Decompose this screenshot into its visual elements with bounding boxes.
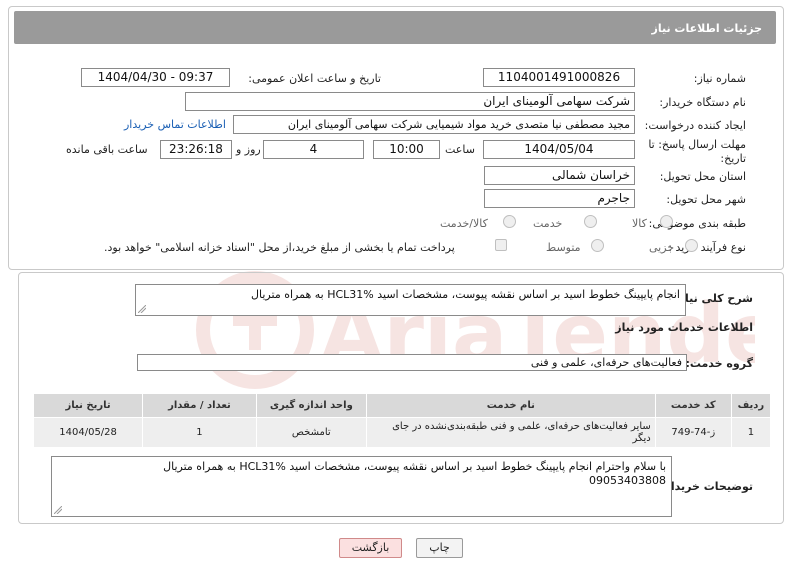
services-title: اطلاعات خدمات مورد نیاز bbox=[615, 321, 753, 334]
purchase-medium-label: متوسط bbox=[546, 241, 581, 254]
buyer-org-field[interactable]: شرکت سهامی آلومینای ایران bbox=[185, 92, 635, 111]
buyer-notes-line1: با سلام واحترام انجام پایپینگ خطوط اسید … bbox=[163, 460, 666, 473]
cell-qty: 1 bbox=[142, 417, 257, 448]
remaining-days-field[interactable]: 4 bbox=[263, 140, 364, 159]
col-code: کد خدمت bbox=[654, 393, 732, 418]
service-group-field[interactable]: فعالیت‌های حرفه‌ای، علمی و فنی bbox=[137, 354, 687, 371]
treasury-note: پرداخت تمام یا بخشی از مبلغ خرید،از محل … bbox=[104, 241, 455, 254]
province-label: استان محل تحویل: bbox=[659, 170, 746, 183]
resize-grip-icon bbox=[54, 506, 62, 514]
cell-name: سایر فعالیت‌های حرفه‌ای، علمی و فنی طبقه… bbox=[365, 417, 656, 448]
resize-grip-icon bbox=[138, 305, 146, 313]
province-field[interactable]: خراسان شمالی bbox=[484, 166, 635, 185]
back-button[interactable]: بازگشت bbox=[339, 538, 402, 558]
announce-date-label: تاریخ و ساعت اعلان عمومی: bbox=[248, 72, 381, 85]
category-goods-service-radio[interactable] bbox=[503, 215, 516, 228]
need-number-label: شماره نیاز: bbox=[693, 72, 746, 85]
cell-row: 1 bbox=[730, 417, 772, 448]
category-goods-radio[interactable] bbox=[660, 215, 673, 228]
col-unit: واحد اندازه گیری bbox=[255, 393, 367, 418]
treasury-checkbox[interactable] bbox=[495, 239, 507, 251]
table-row: 1 ز-74-749 سایر فعالیت‌های حرفه‌ای، علمی… bbox=[32, 417, 772, 448]
deadline-date-field[interactable]: 1404/05/04 bbox=[483, 140, 635, 159]
category-goods-label: کالا bbox=[632, 217, 647, 230]
description-textarea[interactable]: انجام پایپینگ خطوط اسید بر اساس نقشه پیو… bbox=[135, 284, 686, 316]
purchase-type-label: نوع فرآیند خرید : bbox=[668, 241, 746, 254]
requester-field[interactable]: مجید مصطفی نیا متصدی خرید مواد شیمیایی ش… bbox=[233, 115, 635, 134]
col-name: نام خدمت bbox=[365, 393, 656, 418]
buyer-org-label: نام دستگاه خریدار: bbox=[659, 96, 746, 109]
col-qty: تعداد / مقدار bbox=[142, 393, 257, 418]
purchase-minor-radio[interactable] bbox=[685, 239, 698, 252]
buyer-notes-line2: 09053403808 bbox=[589, 474, 666, 487]
description-label: شرح کلی نیاز: bbox=[674, 292, 753, 305]
deadline-label-date: تاریخ: bbox=[720, 152, 746, 165]
services-table: ردیف کد خدمت نام خدمت واحد اندازه گیری ت… bbox=[32, 393, 772, 448]
remaining-time-label: ساعت باقی مانده bbox=[66, 143, 148, 156]
category-goods-service-label: کالا/خدمت bbox=[440, 217, 488, 230]
buyer-contact-link[interactable]: اطلاعات تماس خریدار bbox=[124, 118, 226, 131]
city-label: شهر محل تحویل: bbox=[666, 193, 746, 206]
page-title: جزئیات اطلاعات نیاز bbox=[651, 22, 763, 35]
buyer-notes-label: توضیحات خریدار: bbox=[660, 480, 753, 493]
category-service-label: خدمت bbox=[533, 217, 563, 230]
table-header-row: ردیف کد خدمت نام خدمت واحد اندازه گیری ت… bbox=[32, 393, 772, 418]
need-number-field[interactable]: 1104001491000826 bbox=[483, 68, 635, 87]
print-button[interactable]: چاپ bbox=[416, 538, 463, 558]
col-row: ردیف bbox=[730, 393, 772, 418]
service-group-label: گروه خدمت: bbox=[685, 357, 753, 370]
remaining-time-field[interactable]: 23:26:18 bbox=[160, 140, 232, 159]
col-date: تاریخ نیاز bbox=[32, 393, 144, 418]
buyer-notes-textarea[interactable]: با سلام واحترام انجام پایپینگ خطوط اسید … bbox=[51, 456, 672, 517]
purchase-medium-radio[interactable] bbox=[591, 239, 604, 252]
requester-label: ایجاد کننده درخواست: bbox=[644, 119, 746, 132]
deadline-time-label: ساعت bbox=[445, 143, 475, 156]
cell-code: ز-74-749 bbox=[654, 417, 732, 448]
announce-date-field[interactable]: 1404/04/30 - 09:37 bbox=[81, 68, 230, 87]
city-field[interactable]: جاجرم bbox=[484, 189, 635, 208]
category-service-radio[interactable] bbox=[584, 215, 597, 228]
deadline-time-field[interactable]: 10:00 bbox=[373, 140, 440, 159]
cell-unit: تامشخص bbox=[255, 417, 367, 448]
deadline-label: مهلت ارسال پاسخ: تا bbox=[648, 138, 746, 151]
purchase-minor-label: جزیی bbox=[649, 241, 675, 254]
description-text: انجام پایپینگ خطوط اسید بر اساس نقشه پیو… bbox=[251, 288, 680, 301]
days-label: روز و bbox=[236, 143, 261, 156]
cell-date: 1404/05/28 bbox=[32, 417, 144, 448]
